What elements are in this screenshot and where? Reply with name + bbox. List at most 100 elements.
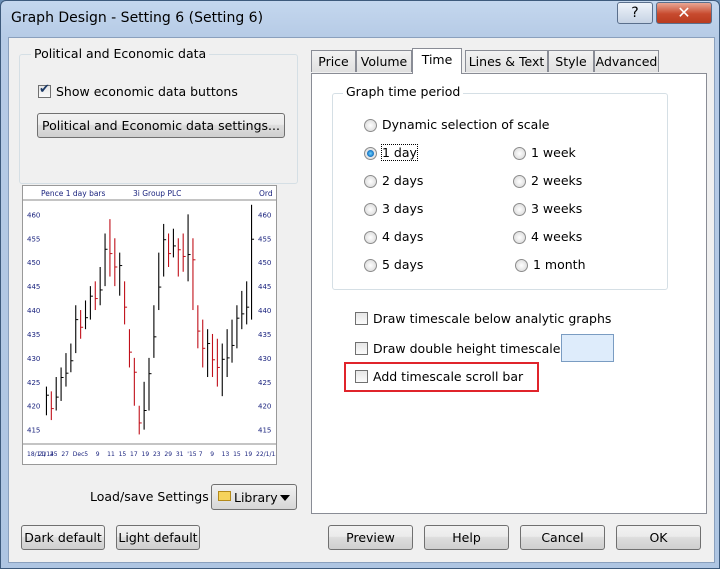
radio-4-weeks-label[interactable]: 4 weeks [531,229,582,244]
graph-preview: Pence 1 day bars 3i Group PLC Ord 460 460 455… [22,185,277,465]
title-bar[interactable]: Graph Design - Setting 6 (Setting 6) ? ✕ [1,1,719,37]
x-tick-label: 19 [245,451,253,458]
help-icon[interactable]: ? [617,2,653,24]
y-tick-label-left: 430 [27,355,40,363]
tab-advanced[interactable]: Advanced [594,50,659,72]
radio-3-weeks-label[interactable]: 3 weeks [531,201,582,216]
time-tab-panel: Graph time period Dynamic selection of s… [311,73,707,514]
help-button[interactable]: Help [424,525,509,550]
timescale-color-swatch[interactable] [561,334,614,362]
show-economic-buttons-checkbox[interactable] [38,82,51,98]
radio-dynamic-label[interactable]: Dynamic selection of scale [382,117,550,132]
light-default-button[interactable]: Light default [116,525,200,550]
double-height-label[interactable]: Draw double height timescale [373,341,560,356]
x-tick-label: 9 [96,451,100,458]
dark-default-button[interactable]: Dark default [21,525,105,550]
y-tick-label-left: 440 [27,307,40,315]
x-tick-label: 15 [233,451,241,458]
y-tick-label-right: 425 [258,379,271,387]
tab-style[interactable]: Style [548,50,594,72]
close-icon[interactable]: ✕ [656,2,712,24]
x-tick-label: 5 [84,451,88,458]
ok-button[interactable]: OK [616,525,701,550]
y-tick-label-left: 455 [27,235,40,243]
draw-below-checkbox[interactable] [355,312,368,325]
y-tick-label-right: 455 [258,235,271,243]
y-tick-label-right: 445 [258,283,271,291]
y-tick-label-left: 435 [27,331,40,339]
radio-4-weeks[interactable] [513,231,526,244]
window-title: Graph Design - Setting 6 (Setting 6) [11,10,264,26]
load-save-label: Load/save Settings [90,489,209,504]
dialog-body: Political and Economic data Show economi… [8,37,715,563]
cancel-button[interactable]: Cancel [520,525,605,550]
tab-volume[interactable]: Volume [356,50,412,72]
library-label: Library [234,490,278,505]
y-tick-label-right: 420 [258,403,271,411]
x-tick-label: 11 [107,451,115,458]
radio-2-weeks[interactable] [513,175,526,188]
preview-button[interactable]: Preview [328,525,413,550]
radio-3-days[interactable] [364,203,377,216]
x-tick-label: 22/1/15 [256,451,276,458]
x-tick-label: 23 [153,451,161,458]
y-tick-label-left: 450 [27,259,40,267]
y-tick-label-left: 420 [27,403,40,411]
tab-price[interactable]: Price [311,50,356,72]
y-tick-label-right: 430 [258,355,271,363]
radio-5-days[interactable] [364,259,377,272]
y-tick-label-right: 415 [258,427,271,435]
x-tick-label: 19 [142,451,150,458]
dialog-window: Graph Design - Setting 6 (Setting 6) ? ✕… [0,0,720,569]
radio-1-month[interactable] [515,259,528,272]
scroll-bar-label[interactable]: Add timescale scroll bar [373,369,523,384]
y-tick-label-right: 460 [258,211,271,219]
x-tick-label: Dec [73,451,85,458]
political-group-label: Political and Economic data [31,46,210,61]
y-tick-label-left: 425 [27,379,40,387]
y-tick-label-left: 415 [27,427,40,435]
tab-time[interactable]: Time [412,48,462,74]
x-tick-label: 17 [130,451,138,458]
x-tick-label: 25 [50,451,58,458]
chart-header-center: 3i Group PLC [133,189,181,198]
radio-2-days-label[interactable]: 2 days [382,173,423,188]
y-tick-label-right: 450 [258,259,271,267]
y-tick-label-right: 435 [258,331,271,339]
radio-1-month-label[interactable]: 1 month [533,257,586,272]
radio-4-days-label[interactable]: 4 days [382,229,423,244]
radio-dynamic[interactable] [364,119,377,132]
scroll-bar-checkbox[interactable] [355,370,368,383]
x-tick-label: 9 [210,451,214,458]
x-tick-label: 15 [119,451,127,458]
radio-5-days-label[interactable]: 5 days [382,257,423,272]
x-tick-label: 7 [199,451,203,458]
y-tick-label-left: 460 [27,211,40,219]
x-tick-label: 21 [38,451,46,458]
radio-1-week-label[interactable]: 1 week [531,145,576,160]
folder-icon [218,491,231,501]
radio-3-weeks[interactable] [513,203,526,216]
price-chart: Pence 1 day bars 3i Group PLC Ord 460 460 455… [23,189,276,458]
library-button[interactable]: Library [211,484,297,510]
chart-header-left: Pence 1 day bars [41,189,106,198]
y-tick-label-right: 440 [258,307,271,315]
x-tick-label: 31 [176,451,184,458]
radio-2-days[interactable] [364,175,377,188]
draw-below-label[interactable]: Draw timescale below analytic graphs [373,311,611,326]
radio-1-day[interactable] [364,147,377,160]
double-height-checkbox[interactable] [355,342,368,355]
chart-header-right: Ord [259,189,273,198]
x-tick-label: 13 [222,451,230,458]
radio-1-week[interactable] [513,147,526,160]
radio-1-day-label[interactable]: 1 day [381,144,418,161]
dropdown-arrow-icon [280,495,290,501]
radio-4-days[interactable] [364,231,377,244]
graph-time-period-label: Graph time period [343,84,464,99]
political-settings-button[interactable]: Political and Economic data settings... [37,113,285,138]
x-tick-label: '15 [187,451,196,458]
tab-lines-text[interactable]: Lines & Text [465,50,548,72]
show-economic-buttons-label[interactable]: Show economic data buttons [56,84,238,99]
radio-3-days-label[interactable]: 3 days [382,201,423,216]
radio-2-weeks-label[interactable]: 2 weeks [531,173,582,188]
